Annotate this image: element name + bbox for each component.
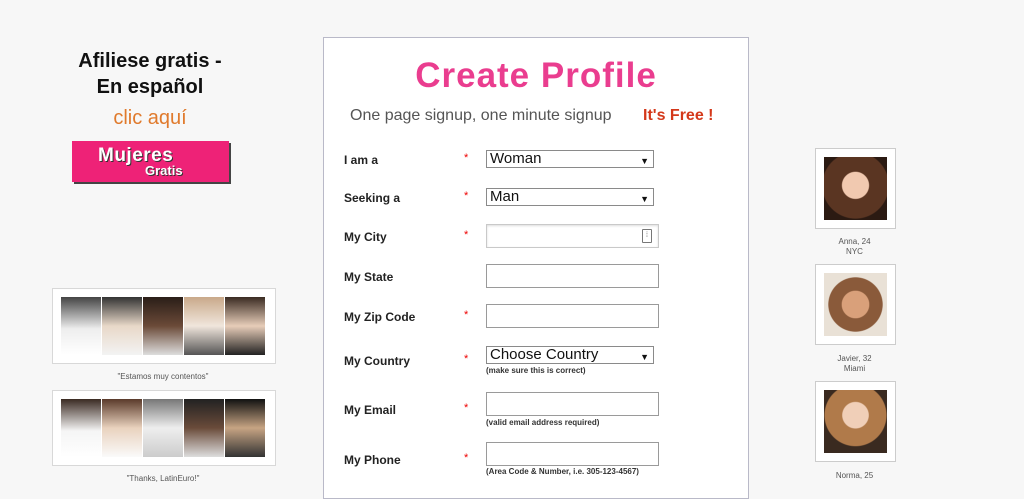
password-manager-icon[interactable]: ⁞: [642, 229, 652, 243]
required-mark: *: [464, 229, 469, 241]
required-mark: *: [464, 353, 469, 365]
profile-card-anna[interactable]: [815, 148, 896, 229]
zip-input[interactable]: [486, 304, 659, 328]
profile-caption-norma: Norma, 25: [815, 471, 894, 481]
city-label: My City: [344, 230, 387, 244]
chevron-down-icon: ▼: [640, 156, 649, 166]
avatar: [824, 157, 887, 220]
mujeres-gratis-banner[interactable]: Mujeres Gratis: [72, 141, 229, 182]
avatar: [824, 273, 887, 336]
city-input[interactable]: ⁞: [486, 224, 659, 248]
phone-input[interactable]: [486, 442, 659, 466]
promo-line-1: Afiliese gratis -: [78, 50, 222, 72]
profile-name: Anna, 24: [838, 237, 871, 246]
phone-label: My Phone: [344, 453, 401, 467]
country-hint: (make sure this is correct): [486, 366, 586, 375]
required-mark: *: [464, 309, 469, 321]
testimonial-photo-1: [52, 288, 276, 364]
country-label: My Country: [344, 354, 410, 368]
chevron-down-icon: ▼: [640, 194, 649, 204]
email-hint: (valid email address required): [486, 418, 600, 427]
country-select[interactable]: Choose Country ▼: [486, 346, 654, 364]
seeking-label: Seeking a: [344, 191, 401, 205]
required-mark: *: [464, 152, 469, 164]
state-label: My State: [344, 270, 394, 284]
state-input[interactable]: [486, 264, 659, 288]
profile-name: Norma, 25: [835, 471, 874, 480]
seeking-select-value: Man: [490, 188, 520, 205]
promo-line-2: En español: [96, 76, 204, 98]
affiliate-promo: Afiliese gratis - En español clic aquí: [50, 48, 250, 133]
iam-select-value: Woman: [490, 150, 542, 167]
testimonial-caption-1: "Estamos muy contentos": [117, 372, 209, 381]
page-title: Create Profile: [415, 56, 657, 95]
avatar: [824, 390, 887, 453]
zip-label: My Zip Code: [344, 310, 416, 324]
profile-caption-anna: Anna, 24 NYC: [815, 237, 894, 257]
profile-card-javier[interactable]: [815, 264, 896, 345]
required-mark: *: [464, 190, 469, 202]
chevron-down-icon: ▼: [640, 352, 649, 362]
profile-place: NYC: [846, 247, 863, 256]
iam-select[interactable]: Woman ▼: [486, 150, 654, 168]
free-label: It's Free !: [643, 107, 714, 124]
profile-place: Miami: [843, 364, 866, 373]
email-label: My Email: [344, 403, 397, 417]
country-select-value: Choose Country: [490, 346, 599, 363]
required-mark: *: [464, 452, 469, 464]
create-profile-form: Create Profile One page signup, one minu…: [323, 37, 749, 499]
profile-name: Javier, 32: [837, 354, 872, 363]
iam-label: I am a: [344, 153, 379, 167]
banner-subtitle: Gratis: [145, 163, 183, 178]
email-input[interactable]: [486, 392, 659, 416]
phone-hint: (Area Code & Number, i.e. 305-123-4567): [486, 467, 639, 476]
promo-link[interactable]: clic aquí: [50, 103, 250, 133]
profile-card-norma[interactable]: [815, 381, 896, 462]
profile-caption-javier: Javier, 32 Miami: [815, 354, 894, 374]
required-mark: *: [464, 402, 469, 414]
testimonial-photo-2: [52, 390, 276, 466]
form-subtitle: One page signup, one minute signup: [350, 107, 612, 124]
seeking-select[interactable]: Man ▼: [486, 188, 654, 206]
